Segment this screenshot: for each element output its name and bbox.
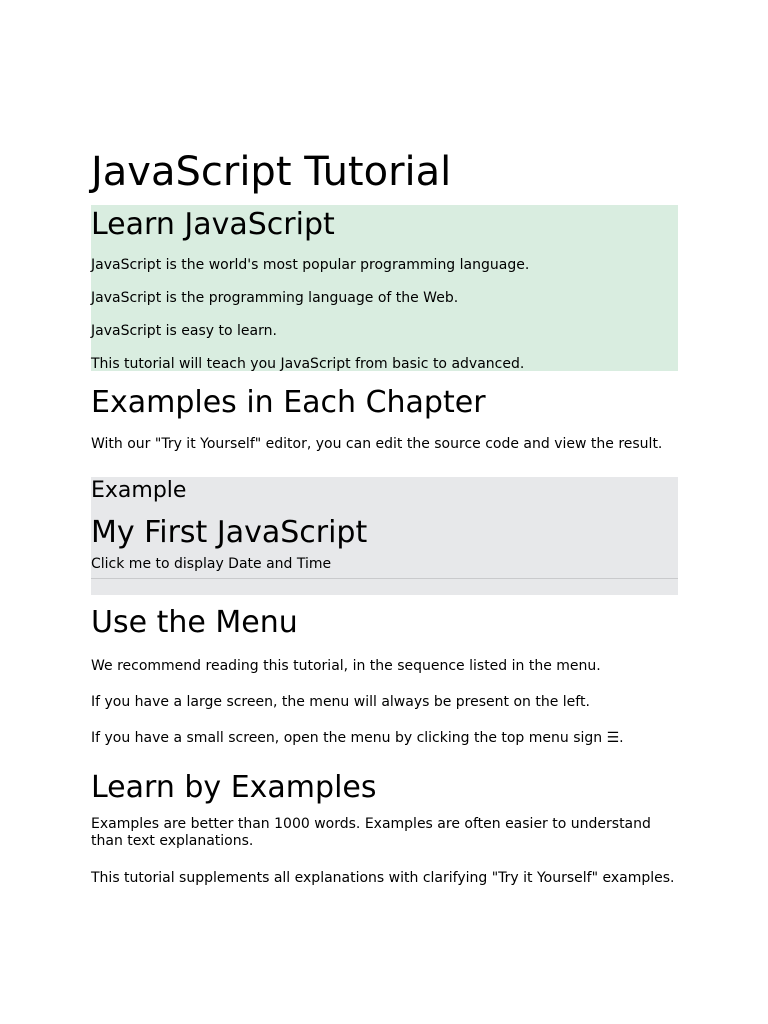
example-divider: [91, 578, 678, 579]
display-date-button[interactable]: Click me to display Date and Time: [91, 553, 678, 573]
learn-paragraph: This tutorial supplements all explanatio…: [91, 870, 675, 886]
examples-heading: Examples in Each Chapter: [91, 385, 486, 420]
intro-heading: Learn JavaScript: [91, 207, 335, 242]
menu-paragraph: We recommend reading this tutorial, in t…: [91, 658, 601, 674]
main-content: JavaScript Tutorial Learn JavaScript Jav…: [91, 148, 678, 887]
intro-paragraph: JavaScript is easy to learn.: [91, 323, 277, 339]
example-heading: My First JavaScript: [91, 515, 368, 550]
learn-section: Learn by Examples Examples are better th…: [91, 758, 678, 887]
menu-section: Use the Menu We recommend reading this t…: [91, 595, 678, 758]
menu-paragraph: If you have a small screen, open the men…: [91, 730, 624, 746]
page-title: JavaScript Tutorial: [91, 149, 452, 195]
examples-description: With our "Try it Yourself" editor, you c…: [91, 436, 663, 452]
example-panel: Example My First JavaScript Click me to …: [91, 477, 678, 595]
example-label: Example: [91, 478, 187, 503]
page: JavaScript Tutorial Learn JavaScript Jav…: [0, 0, 768, 1024]
learn-paragraph: Examples are better than 1000 words. Exa…: [91, 816, 651, 849]
intro-paragraph: JavaScript is the programming language o…: [91, 290, 459, 306]
menu-paragraph: If you have a large screen, the menu wil…: [91, 694, 590, 710]
menu-heading: Use the Menu: [91, 605, 298, 640]
intro-panel: Learn JavaScript JavaScript is the world…: [91, 205, 678, 372]
intro-paragraph: JavaScript is the world's most popular p…: [91, 257, 530, 273]
examples-section: Examples in Each Chapter With our "Try i…: [91, 371, 678, 477]
learn-heading: Learn by Examples: [91, 770, 377, 805]
